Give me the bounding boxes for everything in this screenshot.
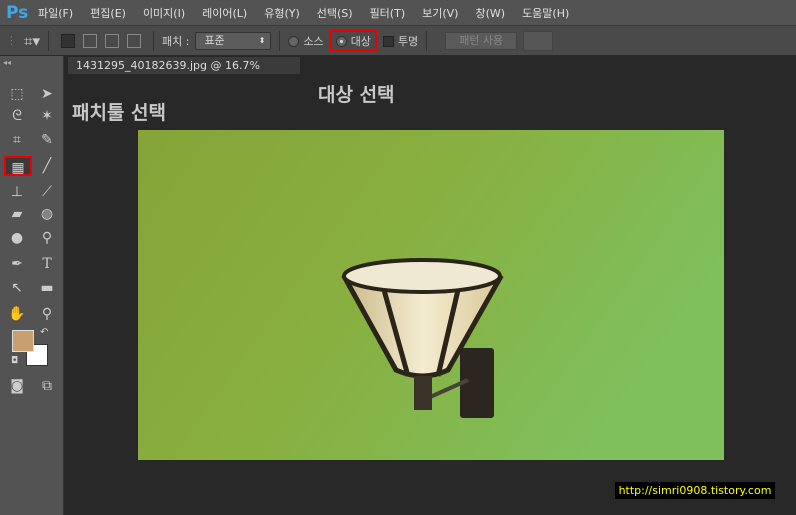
pattern-picker[interactable] [523, 30, 554, 51]
move-tool-icon[interactable]: ➤ [36, 84, 58, 104]
watermark-url: http://simri0908.tistory.com [615, 482, 775, 499]
patch-tool-preset-icon[interactable]: ⌗▾ [24, 32, 40, 50]
add-selection-icon[interactable] [82, 33, 97, 48]
crop-tool-icon[interactable]: ⌗ [6, 130, 28, 150]
patch-tool-caption: 패치툴 선택 [72, 102, 167, 124]
menu-layer[interactable]: 레이어(L) [202, 5, 247, 21]
menu-select[interactable]: 선택(S) [317, 5, 353, 21]
menu-type[interactable]: 유형(Y) [264, 5, 300, 21]
options-bar: ⋮ ⌗▾ 패치 : 표준 ⬍ 소스 대상 투명 패턴 사용 [0, 25, 796, 56]
paint-bucket-icon[interactable]: ◍ [36, 204, 58, 224]
divider [152, 30, 154, 51]
divider [426, 30, 428, 51]
destination-caption: 대상 선택 [318, 84, 395, 106]
tools-panel: ◂◂ ⬚ ➤ ᘓ ✶ ⌗ ✎ ▦ ╱ ⊥ ⟋ ▰ ◍ ● ⚲ ✒ T ↖ ▬ ✋… [0, 56, 64, 515]
menu-image[interactable]: 이미지(I) [143, 5, 185, 21]
destination-label: 대상 [350, 34, 371, 48]
history-brush-icon[interactable]: ⟋ [36, 182, 58, 202]
patch-mode-value: 표준 [204, 33, 225, 47]
checkbox-icon [382, 36, 394, 47]
destination-radio[interactable]: 대상 [329, 29, 377, 52]
updown-icon: ⬍ [258, 35, 266, 45]
photoshop-logo: Ps [6, 2, 29, 23]
new-selection-icon[interactable] [60, 33, 75, 48]
menu-filter[interactable]: 필터(T) [370, 5, 406, 21]
marquee-tool-icon[interactable]: ⬚ [6, 84, 28, 104]
source-label: 소스 [303, 34, 324, 48]
divider [279, 30, 281, 51]
menu-file[interactable]: 파일(F) [38, 5, 73, 21]
default-colors-icon[interactable]: ◘ [11, 356, 18, 366]
use-pattern-button[interactable]: 패턴 사용 [445, 31, 518, 50]
menu-help[interactable]: 도움말(H) [522, 5, 569, 21]
pen-tool-icon[interactable]: ✒ [6, 254, 28, 274]
source-radio[interactable]: 소스 [288, 33, 324, 49]
intersect-selection-icon[interactable] [126, 33, 141, 48]
patch-tool-icon[interactable]: ▦ [4, 156, 32, 176]
patch-mode-select[interactable]: 표준 ⬍ [195, 31, 272, 50]
stamp-tool-icon[interactable]: ⊥ [6, 182, 28, 202]
lasso-tool-icon[interactable]: ᘓ [6, 106, 28, 126]
transparent-label: 투명 [397, 34, 419, 48]
rectangle-tool-icon[interactable]: ▬ [36, 278, 58, 298]
menu-bar: Ps 파일(F) 편집(E) 이미지(I) 레이어(L) 유형(Y) 선택(S)… [0, 0, 796, 25]
radio-icon [288, 36, 300, 47]
transparent-checkbox[interactable]: 투명 [382, 33, 419, 49]
menu-view[interactable]: 보기(V) [422, 5, 458, 21]
eyedropper-icon[interactable]: ✎ [36, 130, 58, 150]
magic-wand-icon[interactable]: ✶ [36, 106, 58, 126]
type-tool-icon[interactable]: T [36, 254, 58, 274]
hand-tool-icon[interactable]: ✋ [6, 304, 28, 324]
divider [47, 30, 49, 51]
eraser-tool-icon[interactable]: ▰ [6, 204, 28, 224]
blur-tool-icon[interactable]: ● [6, 228, 28, 248]
radio-icon [335, 36, 347, 47]
dodge-tool-icon[interactable]: ⚲ [36, 228, 58, 248]
menu-window[interactable]: 창(W) [475, 5, 505, 21]
subtract-selection-icon[interactable] [104, 33, 119, 48]
screen-mode-icon[interactable]: ⧉ [36, 376, 58, 396]
brush-tool-icon[interactable]: ╱ [36, 156, 58, 176]
zoom-tool-icon[interactable]: ⚲ [36, 304, 58, 324]
menu-edit[interactable]: 편집(E) [90, 5, 126, 21]
grip-icon: ⋮ [6, 34, 17, 47]
quick-mask-icon[interactable]: ◙ [6, 376, 28, 396]
path-select-icon[interactable]: ↖ [6, 278, 28, 298]
collapse-icon[interactable]: ◂◂ [3, 58, 11, 67]
document-image[interactable] [138, 130, 724, 460]
swap-colors-icon[interactable]: ↶ [40, 327, 48, 338]
document-tab[interactable]: 1431295_40182639.jpg @ 16.7% (RGB/8) × [68, 57, 300, 89]
patch-label: 패치 : [161, 34, 190, 48]
foreground-color-swatch[interactable] [12, 330, 34, 352]
